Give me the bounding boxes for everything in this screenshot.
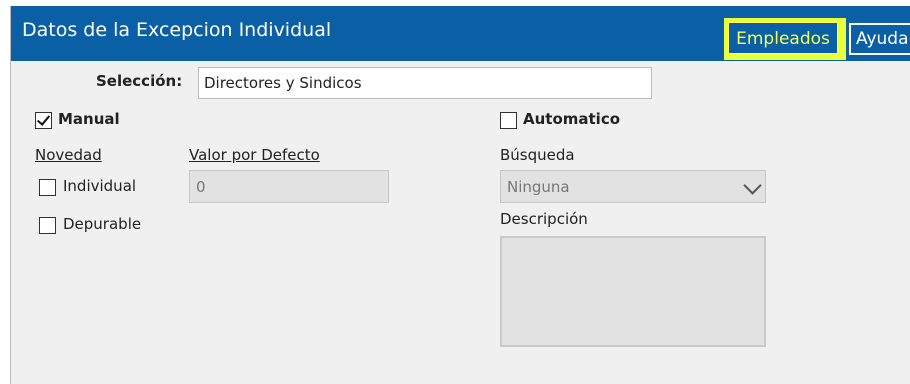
individual-label: Individual: [63, 177, 137, 195]
busqueda-selected-value: Ninguna: [507, 178, 570, 196]
novedad-header: Novedad: [35, 146, 102, 164]
manual-label: Manual: [58, 110, 120, 128]
manual-checkbox[interactable]: [35, 112, 52, 129]
excepcion-individual-window: Datos de la Excepcion Individual Emplead…: [10, 6, 910, 384]
empleados-highlight: Empleados: [724, 18, 846, 60]
title-bar: Datos de la Excepcion Individual Emplead…: [11, 6, 910, 61]
descripcion-label: Descripción: [500, 210, 588, 228]
window-title: Datos de la Excepcion Individual: [22, 19, 332, 41]
automatico-label: Automatico: [523, 110, 621, 128]
valor-defecto-field[interactable]: 0: [189, 170, 389, 203]
ayuda-button[interactable]: Ayuda: [849, 23, 910, 55]
descripcion-textarea[interactable]: [500, 236, 766, 347]
seleccion-label: Selección:: [96, 72, 183, 90]
seleccion-input[interactable]: [198, 67, 652, 99]
depurable-label: Depurable: [63, 215, 142, 233]
empleados-button[interactable]: Empleados: [728, 22, 838, 54]
busqueda-label: Búsqueda: [500, 146, 575, 164]
individual-checkbox[interactable]: [39, 179, 56, 196]
valor-defecto-header: Valor por Defecto: [189, 146, 320, 164]
automatico-checkbox[interactable]: [500, 112, 517, 129]
busqueda-select[interactable]: Ninguna: [500, 170, 766, 203]
chevron-down-icon: [743, 176, 762, 195]
depurable-checkbox[interactable]: [39, 217, 56, 234]
